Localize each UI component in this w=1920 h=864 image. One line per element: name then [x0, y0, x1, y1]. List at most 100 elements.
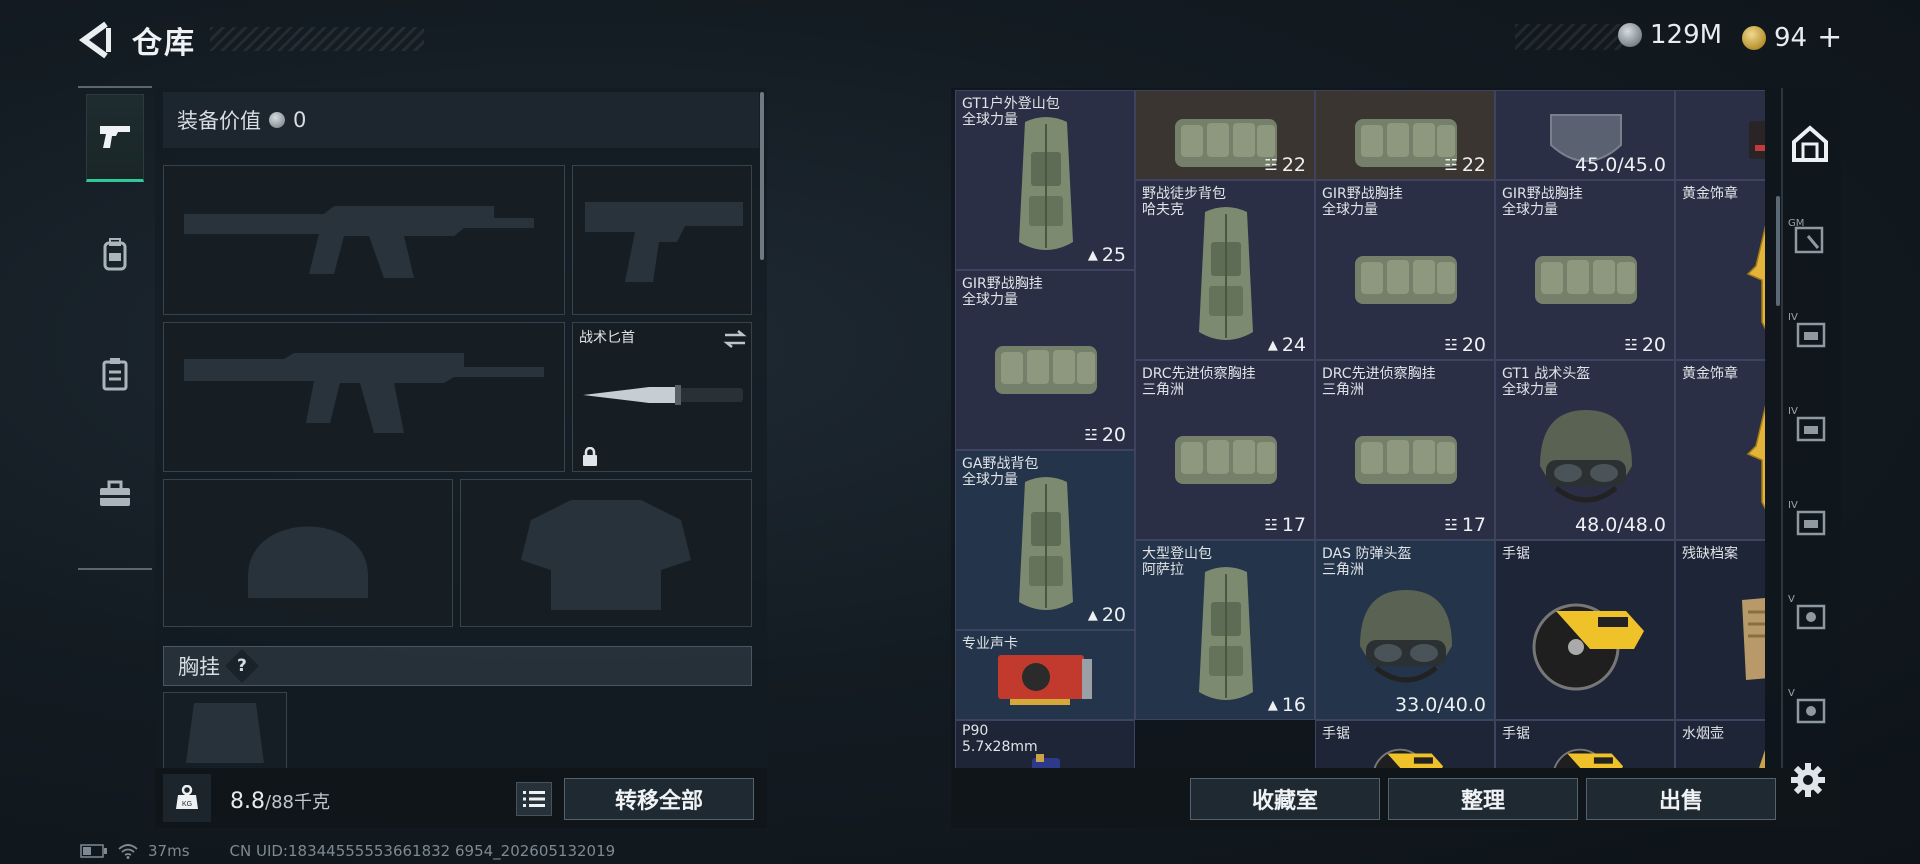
settings-button[interactable]: [1790, 762, 1830, 802]
stash-item[interactable]: 手锯: [1315, 720, 1495, 768]
rig-icon: [1531, 242, 1641, 312]
knife-slot[interactable]: 战术匕首: [572, 322, 752, 472]
transfer-all-button[interactable]: 转移全部: [564, 778, 754, 820]
uid-text: CN UID:18344555553661832 6954_2026051320…: [229, 842, 616, 860]
wifi-icon: [118, 844, 138, 859]
chest-rig-slot[interactable]: [163, 692, 287, 772]
stash-item[interactable]: ☳ 22: [1135, 90, 1315, 180]
item-name: 手锯: [1322, 726, 1350, 742]
sidearm-slot[interactable]: [572, 165, 752, 315]
container-v-icon: [1796, 698, 1826, 724]
badge-value: 20: [1461, 334, 1486, 356]
rig-icon: [991, 332, 1101, 402]
secondary-weapon-slot[interactable]: [163, 322, 565, 472]
tab-vest[interactable]: [86, 330, 144, 418]
sidebar-container-v-button[interactable]: V: [1788, 594, 1830, 634]
stash-item[interactable]: DAS 防弹头盔 三角洲 33.0/40.0: [1315, 540, 1495, 720]
sidebar-container-iv-button[interactable]: IV: [1788, 500, 1830, 540]
sidebar-container-iv-button[interactable]: IV: [1788, 406, 1830, 446]
item-faction: 三角洲: [1322, 562, 1364, 578]
saw-icon: [1542, 732, 1631, 768]
sell-button[interactable]: 出售: [1586, 778, 1776, 820]
stash-item[interactable]: 45.0/45.0: [1495, 90, 1675, 180]
pistol-icon: [100, 126, 130, 148]
weight-capacity: /88千克: [265, 792, 330, 813]
loadout-scrollbar[interactable]: [760, 92, 764, 260]
tab-toolbox[interactable]: [86, 450, 144, 538]
sidebar-container-v-button[interactable]: V: [1788, 688, 1830, 728]
item-name: 专业声卡: [962, 636, 1018, 652]
stash-item[interactable]: 水烟壶: [1675, 720, 1765, 768]
lock-icon: [583, 447, 597, 466]
stash-item[interactable]: 黄金饰章: [1675, 180, 1765, 360]
sort-button[interactable]: 整理: [1388, 778, 1578, 820]
swap-icon[interactable]: [723, 329, 747, 349]
stash-item[interactable]: DRC先进侦察胸挂 三角洲 ☳ 17: [1135, 360, 1315, 540]
sidebar-container-iv-button[interactable]: IV: [1788, 312, 1830, 352]
item-faction: 全球力量: [1502, 202, 1558, 218]
equipment-value-label: 装备价值: [177, 109, 261, 133]
rig-silhouette-icon: [186, 703, 264, 763]
stash-item[interactable]: 手锯: [1495, 720, 1675, 768]
help-icon[interactable]: ?: [225, 649, 259, 683]
sidebar-safe-box-button[interactable]: [1790, 124, 1830, 164]
saw-icon: [1362, 732, 1451, 768]
stash-item[interactable]: 残缺档案: [1675, 540, 1765, 720]
item-badge: 48.0/48.0: [1571, 514, 1666, 536]
currency-decoration: [1515, 24, 1625, 50]
tab-weapons[interactable]: [86, 94, 144, 182]
stash-item[interactable]: P90 5.7x28mm: [955, 720, 1135, 768]
stash-item[interactable]: GT1户外登山包 全球力量 ▲ 25: [955, 90, 1135, 270]
capacity-icon: ▲: [1267, 337, 1278, 353]
item-name: 黄金饰章: [1682, 186, 1738, 202]
badge-value: 20: [1101, 424, 1126, 446]
backpack-icon: [1011, 472, 1081, 622]
stash-item[interactable]: GIR野战胸挂 全球力量 ☳ 20: [955, 270, 1135, 450]
add-currency-icon[interactable]: +: [1817, 20, 1842, 55]
armor-slot[interactable]: [460, 479, 752, 627]
collection-room-button[interactable]: 收藏室: [1190, 778, 1380, 820]
sidebar-gm-container-button[interactable]: GM: [1788, 218, 1830, 258]
primary-weapon-slot[interactable]: [163, 165, 565, 315]
tab-backpack[interactable]: [86, 210, 144, 298]
slots-icon: ☳: [1444, 516, 1458, 534]
item-faction: 全球力量: [962, 472, 1018, 488]
stash-item[interactable]: DRC先进侦察胸挂 三角洲 ☳ 17: [1315, 360, 1495, 540]
equipment-value-row: 装备价值 0: [163, 92, 759, 148]
stash-item[interactable]: 专业声卡: [955, 630, 1135, 720]
item-faction: 三角洲: [1142, 382, 1184, 398]
stash-item[interactable]: GT1 战术头盔 全球力量 48.0/48.0: [1495, 360, 1675, 540]
back-button[interactable]: [76, 20, 116, 60]
currency-gold[interactable]: 94 +: [1742, 20, 1842, 55]
slots-icon: ☳: [1444, 336, 1458, 354]
equipment-value-amount: 0: [293, 108, 307, 132]
item-faction: 阿萨拉: [1142, 562, 1184, 578]
backpack-icon: [103, 238, 127, 271]
stash-scrollbar[interactable]: [1776, 196, 1780, 306]
item-badge: ☳ 17: [1264, 514, 1306, 536]
battery-icon: [80, 844, 107, 858]
slots-icon: ☳: [1264, 516, 1278, 534]
stash-item[interactable]: 黄金饰章: [1675, 360, 1765, 540]
container-tier-label: IV: [1788, 406, 1798, 417]
knife-icon: [583, 385, 743, 405]
gold-emblem-icon: [1746, 402, 1765, 512]
stash-item[interactable]: GIR野战胸挂 全球力量 ☳ 20: [1495, 180, 1675, 360]
stash-item[interactable]: [1675, 90, 1765, 180]
slots-icon: ☳: [1624, 336, 1638, 354]
slots-icon: ☳: [1444, 156, 1458, 174]
svg-text:KG: KG: [182, 801, 192, 808]
stash-item[interactable]: GIR野战胸挂 全球力量 ☳ 20: [1315, 180, 1495, 360]
stash-item[interactable]: 大型登山包 阿萨拉 ▲ 16: [1135, 540, 1315, 720]
help-icon-glyph: ?: [237, 656, 247, 676]
stash-item[interactable]: 手锯: [1495, 540, 1675, 720]
stash-item[interactable]: ☳ 22: [1315, 90, 1495, 180]
item-faction: 全球力量: [1502, 382, 1558, 398]
kettlebell-icon: KG: [176, 785, 198, 809]
rifle-icon: [184, 353, 544, 433]
list-view-button[interactable]: [516, 782, 552, 816]
stash-item[interactable]: 野战徒步背包 哈夫克 ▲ 24: [1135, 180, 1315, 360]
stash-item[interactable]: GA野战背包 全球力量 ▲ 20: [955, 450, 1135, 630]
helmet-slot[interactable]: [163, 479, 453, 627]
container-tier-label: IV: [1788, 312, 1798, 323]
